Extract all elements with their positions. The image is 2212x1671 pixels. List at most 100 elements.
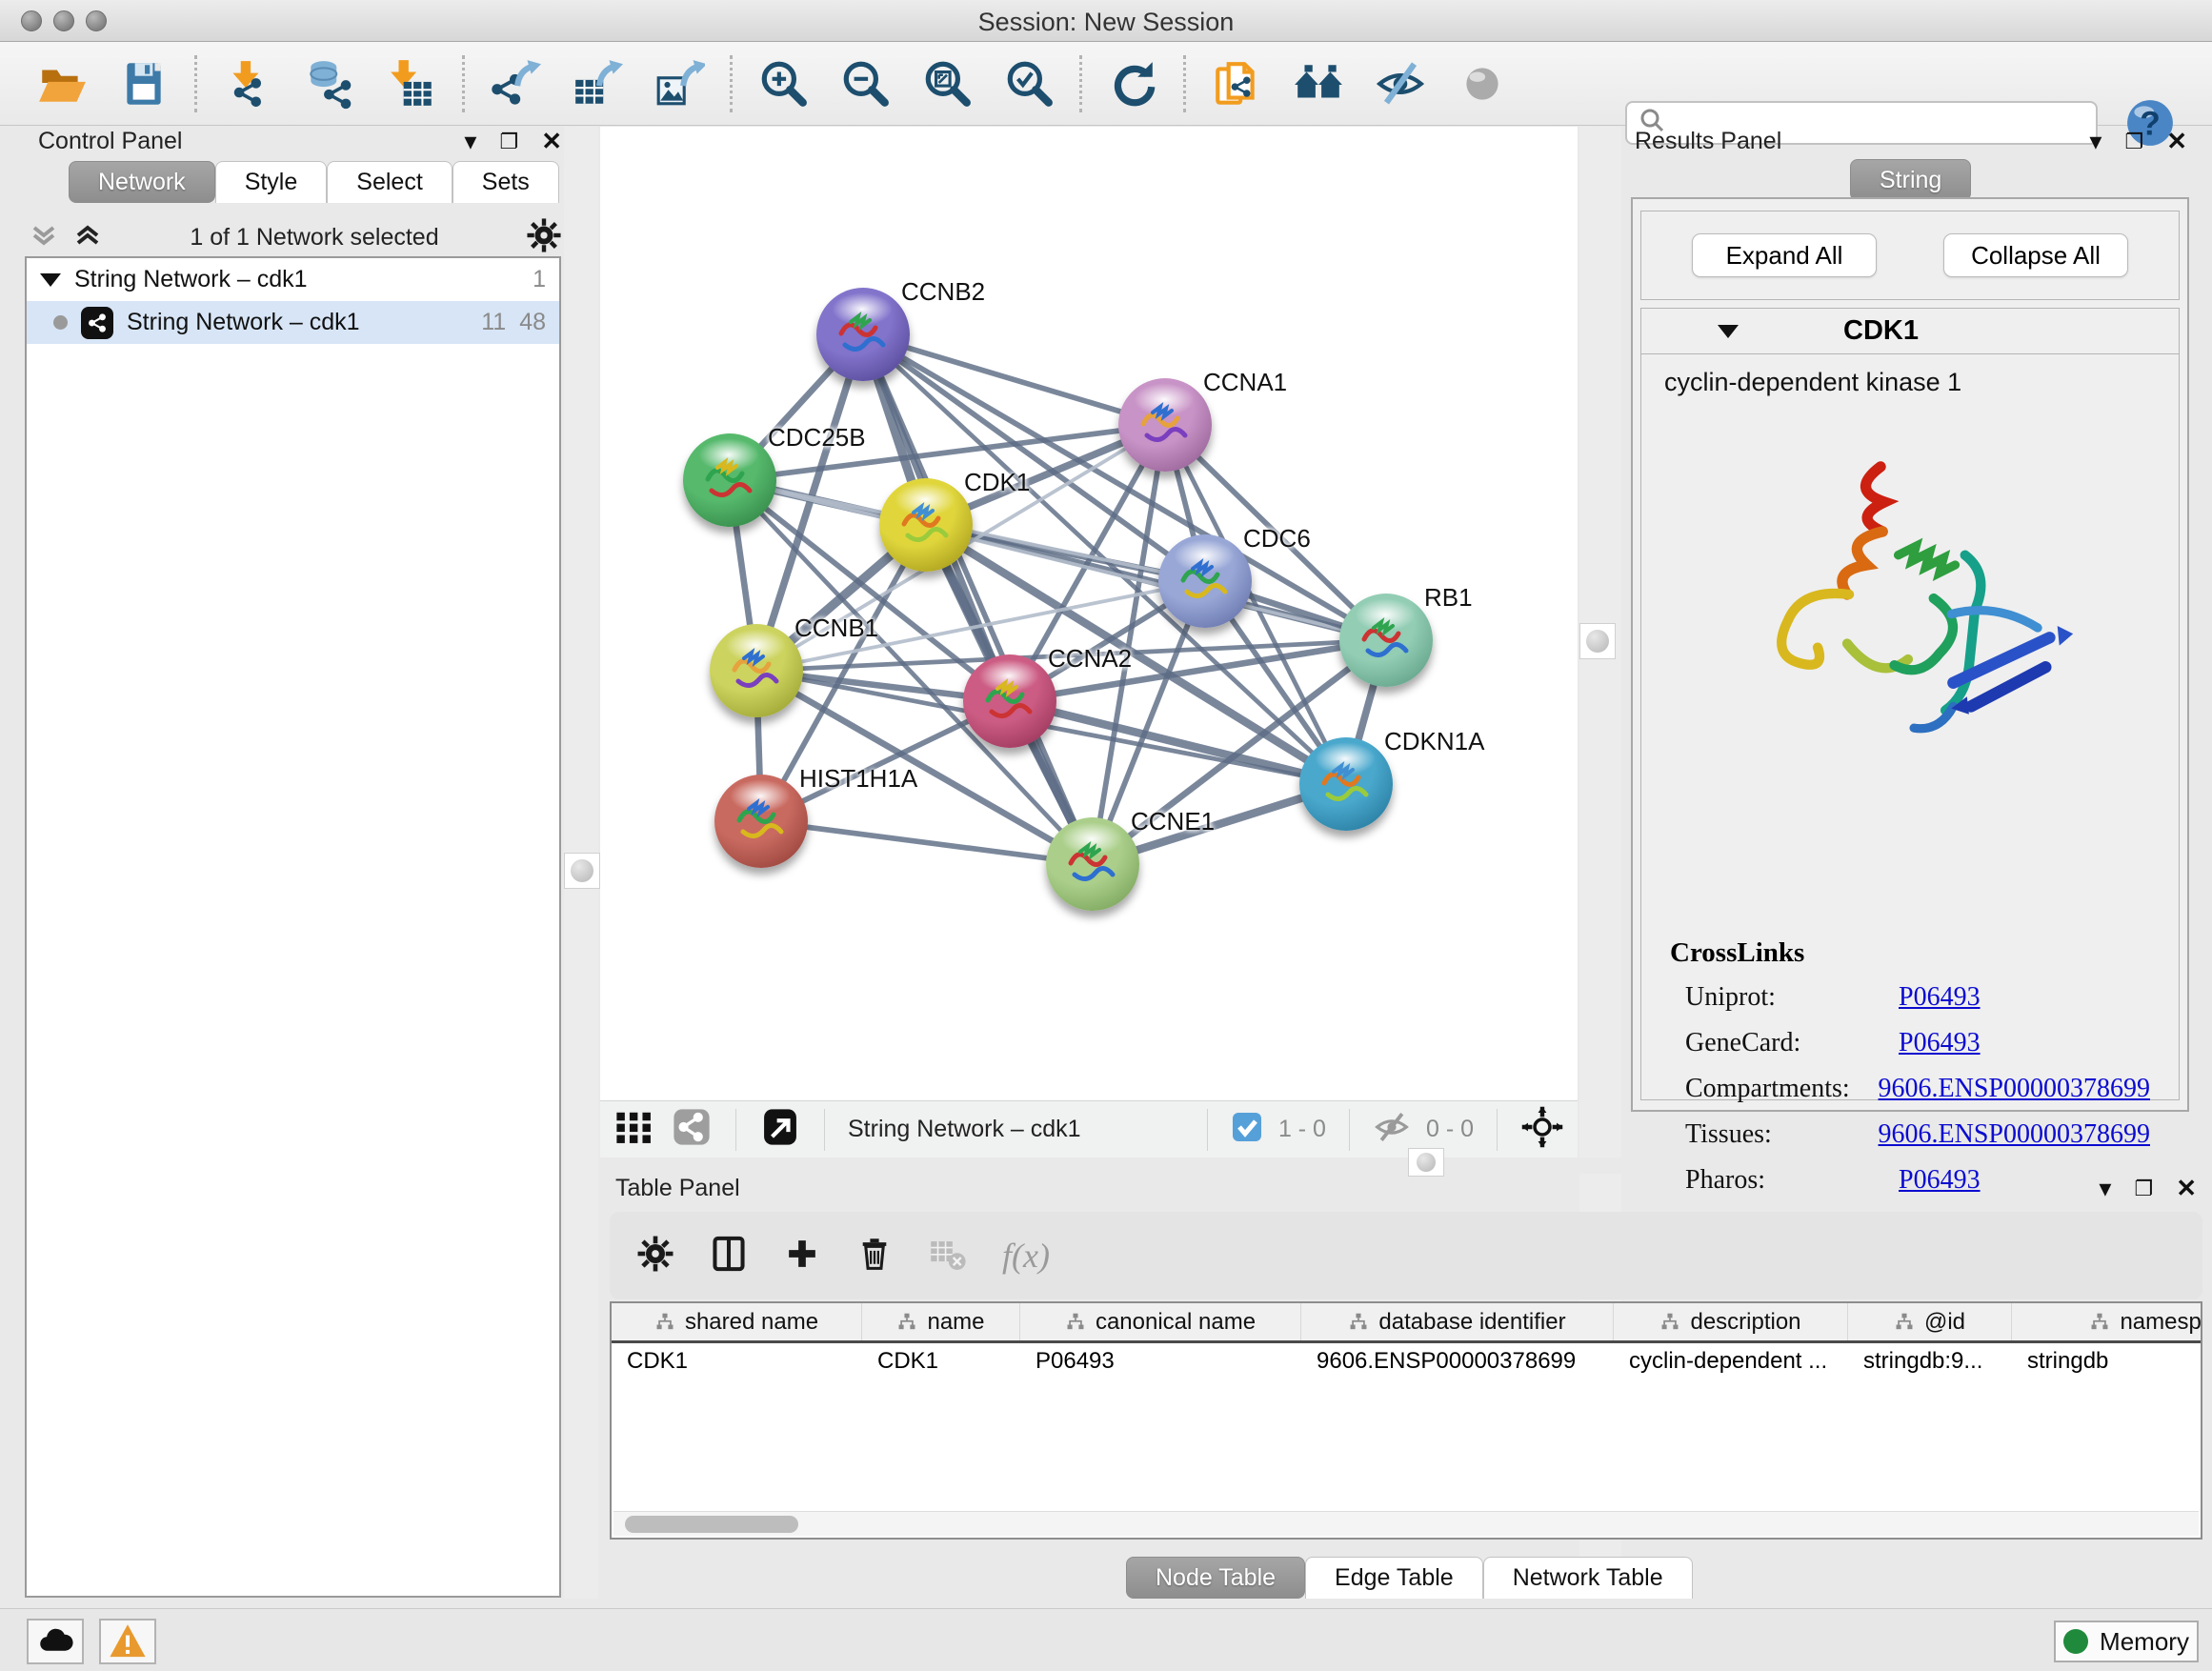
table-horizontal-scrollbar[interactable] [613,1511,2199,1536]
collection-expander-icon[interactable] [40,273,61,287]
tab-style[interactable]: Style [215,161,328,203]
fit-content-crosshair-icon[interactable] [1520,1105,1564,1154]
column-header-namespace[interactable]: namespace [2012,1303,2202,1340]
zoom-out-icon[interactable] [839,58,891,110]
delete-table-icon[interactable] [928,1234,968,1278]
network-view-icon[interactable] [671,1106,713,1153]
zoom-selected-icon[interactable] [1003,58,1055,110]
node-CDK1[interactable] [879,478,973,572]
edge-HIST1H1A-CCNE1[interactable] [761,821,1093,864]
node-CCNB2[interactable] [816,288,910,381]
birds-eye-icon[interactable] [1457,58,1508,110]
float-panel-icon[interactable]: ❐ [2124,130,2143,154]
import-table-icon[interactable] [386,58,437,110]
tab-sets[interactable]: Sets [452,161,559,203]
column-header-@id[interactable]: @id [1848,1303,2012,1340]
node-CDC6[interactable] [1158,534,1252,628]
collection-count: 1 [533,266,546,293]
import-network-database-icon[interactable] [304,58,355,110]
collapse-all-button[interactable]: Collapse All [1943,233,2128,277]
network-canvas[interactable]: CCNB2 CCNA1 CDC25B CDK1 CDC6 RB1 CCNB1 C… [600,127,1578,1100]
zoom-fit-icon[interactable] [921,58,973,110]
panel-menu-icon[interactable]: ▾ [2089,127,2101,156]
column-header-canonical-name[interactable]: canonical name [1020,1303,1301,1340]
show-columns-icon[interactable] [709,1234,749,1278]
hidden-eye-slash-icon[interactable] [1373,1108,1411,1151]
float-panel-icon[interactable]: ❐ [499,130,518,154]
protein-thumbnail-icon [980,674,1039,727]
table-cell: CDK1 [612,1343,862,1381]
export-image-icon[interactable] [654,58,705,110]
table-options-gear-icon[interactable] [636,1235,674,1278]
node-CDKN1A[interactable] [1299,737,1393,831]
right-splitter-handle[interactable] [1579,623,1616,659]
network-row[interactable]: String Network – cdk1 11 48 [27,301,559,344]
add-column-icon[interactable] [783,1235,821,1278]
selected-checkbox-icon[interactable] [1231,1111,1263,1148]
node-CCNE1[interactable] [1046,817,1139,911]
left-splitter-handle[interactable] [564,853,600,889]
warning-icon[interactable] [99,1619,156,1664]
node-CCNA2[interactable] [963,654,1056,748]
detach-view-icon[interactable] [759,1106,801,1153]
memory-button[interactable]: Memory [2054,1621,2199,1662]
crosslink-link[interactable]: P06493 [1899,982,1981,1013]
save-session-icon[interactable] [118,58,170,110]
panel-menu-icon[interactable]: ▾ [2099,1174,2111,1203]
import-network-icon[interactable] [222,58,273,110]
crosslink-link[interactable]: P06493 [1899,1028,1981,1058]
column-header-name[interactable]: name [862,1303,1020,1340]
tab-node-table[interactable]: Node Table [1126,1557,1305,1599]
column-header-database-identifier[interactable]: database identifier [1301,1303,1614,1340]
node-label-CCNA2: CCNA2 [1048,644,1132,674]
close-panel-icon[interactable]: ✕ [2166,127,2187,156]
close-panel-icon[interactable]: ✕ [2176,1174,2197,1203]
delete-column-trash-icon[interactable] [855,1235,894,1278]
column-header-shared-name[interactable]: shared name [612,1303,862,1340]
bottom-splitter-handle[interactable] [1408,1148,1444,1177]
close-panel-icon[interactable]: ✕ [541,127,562,156]
node-result-header[interactable]: CDK1 [1641,309,2179,354]
panel-menu-icon[interactable]: ▾ [464,127,476,156]
function-builder-button[interactable]: f(x) [1002,1236,1050,1276]
protein-thumbnail-icon [1136,397,1195,451]
node-CCNB1[interactable] [710,624,803,717]
crosslinks-title: CrossLinks [1670,937,2150,969]
scrollbar-thumb[interactable] [625,1516,798,1533]
tab-network-table[interactable]: Network Table [1483,1557,1693,1599]
table-row[interactable]: CDK1CDK1P064939606.ENSP00000378699cyclin… [612,1343,2201,1381]
expand-all-networks-icon[interactable] [72,220,103,255]
node-label-CDKN1A: CDKN1A [1384,727,1484,756]
export-table-icon[interactable] [572,58,623,110]
tab-select[interactable]: Select [327,161,452,203]
export-network-icon[interactable] [490,58,541,110]
node-description: cyclin-dependent kinase 1 [1641,354,2179,411]
network-collection-row[interactable]: String Network – cdk1 1 [27,258,559,301]
tab-string[interactable]: String [1850,159,1971,201]
expand-all-button[interactable]: Expand All [1692,233,1877,277]
cloud-icon[interactable] [27,1619,84,1664]
network-label: String Network – cdk1 [127,309,360,336]
network-options-gear-icon[interactable] [526,217,562,258]
node-CDC25B[interactable] [683,433,776,527]
column-header-description[interactable]: description [1614,1303,1848,1340]
zoom-in-icon[interactable] [757,58,809,110]
section-expander-icon[interactable] [1718,325,1739,338]
tab-edge-table[interactable]: Edge Table [1305,1557,1483,1599]
collapse-all-networks-icon[interactable] [29,220,59,255]
grid-view-icon[interactable] [613,1106,655,1153]
open-file-icon[interactable] [36,58,88,110]
crosslink-link[interactable]: 9606.ENSP00000378699 [1879,1074,2150,1104]
node-RB1[interactable] [1339,594,1433,687]
clone-network-icon[interactable] [1211,58,1262,110]
refresh-icon[interactable] [1107,58,1158,110]
node-HIST1H1A[interactable] [714,775,808,868]
left-splitter[interactable] [564,127,598,1599]
network-edge-count: 48 [519,309,546,336]
tab-network[interactable]: Network [69,161,215,203]
float-panel-icon[interactable]: ❐ [2134,1177,2153,1201]
string-home-icon[interactable] [1293,58,1344,110]
node-CCNA1[interactable] [1118,378,1212,472]
crosslink-link[interactable]: 9606.ENSP00000378699 [1879,1119,2150,1150]
hide-panel-icon[interactable] [1375,58,1426,110]
